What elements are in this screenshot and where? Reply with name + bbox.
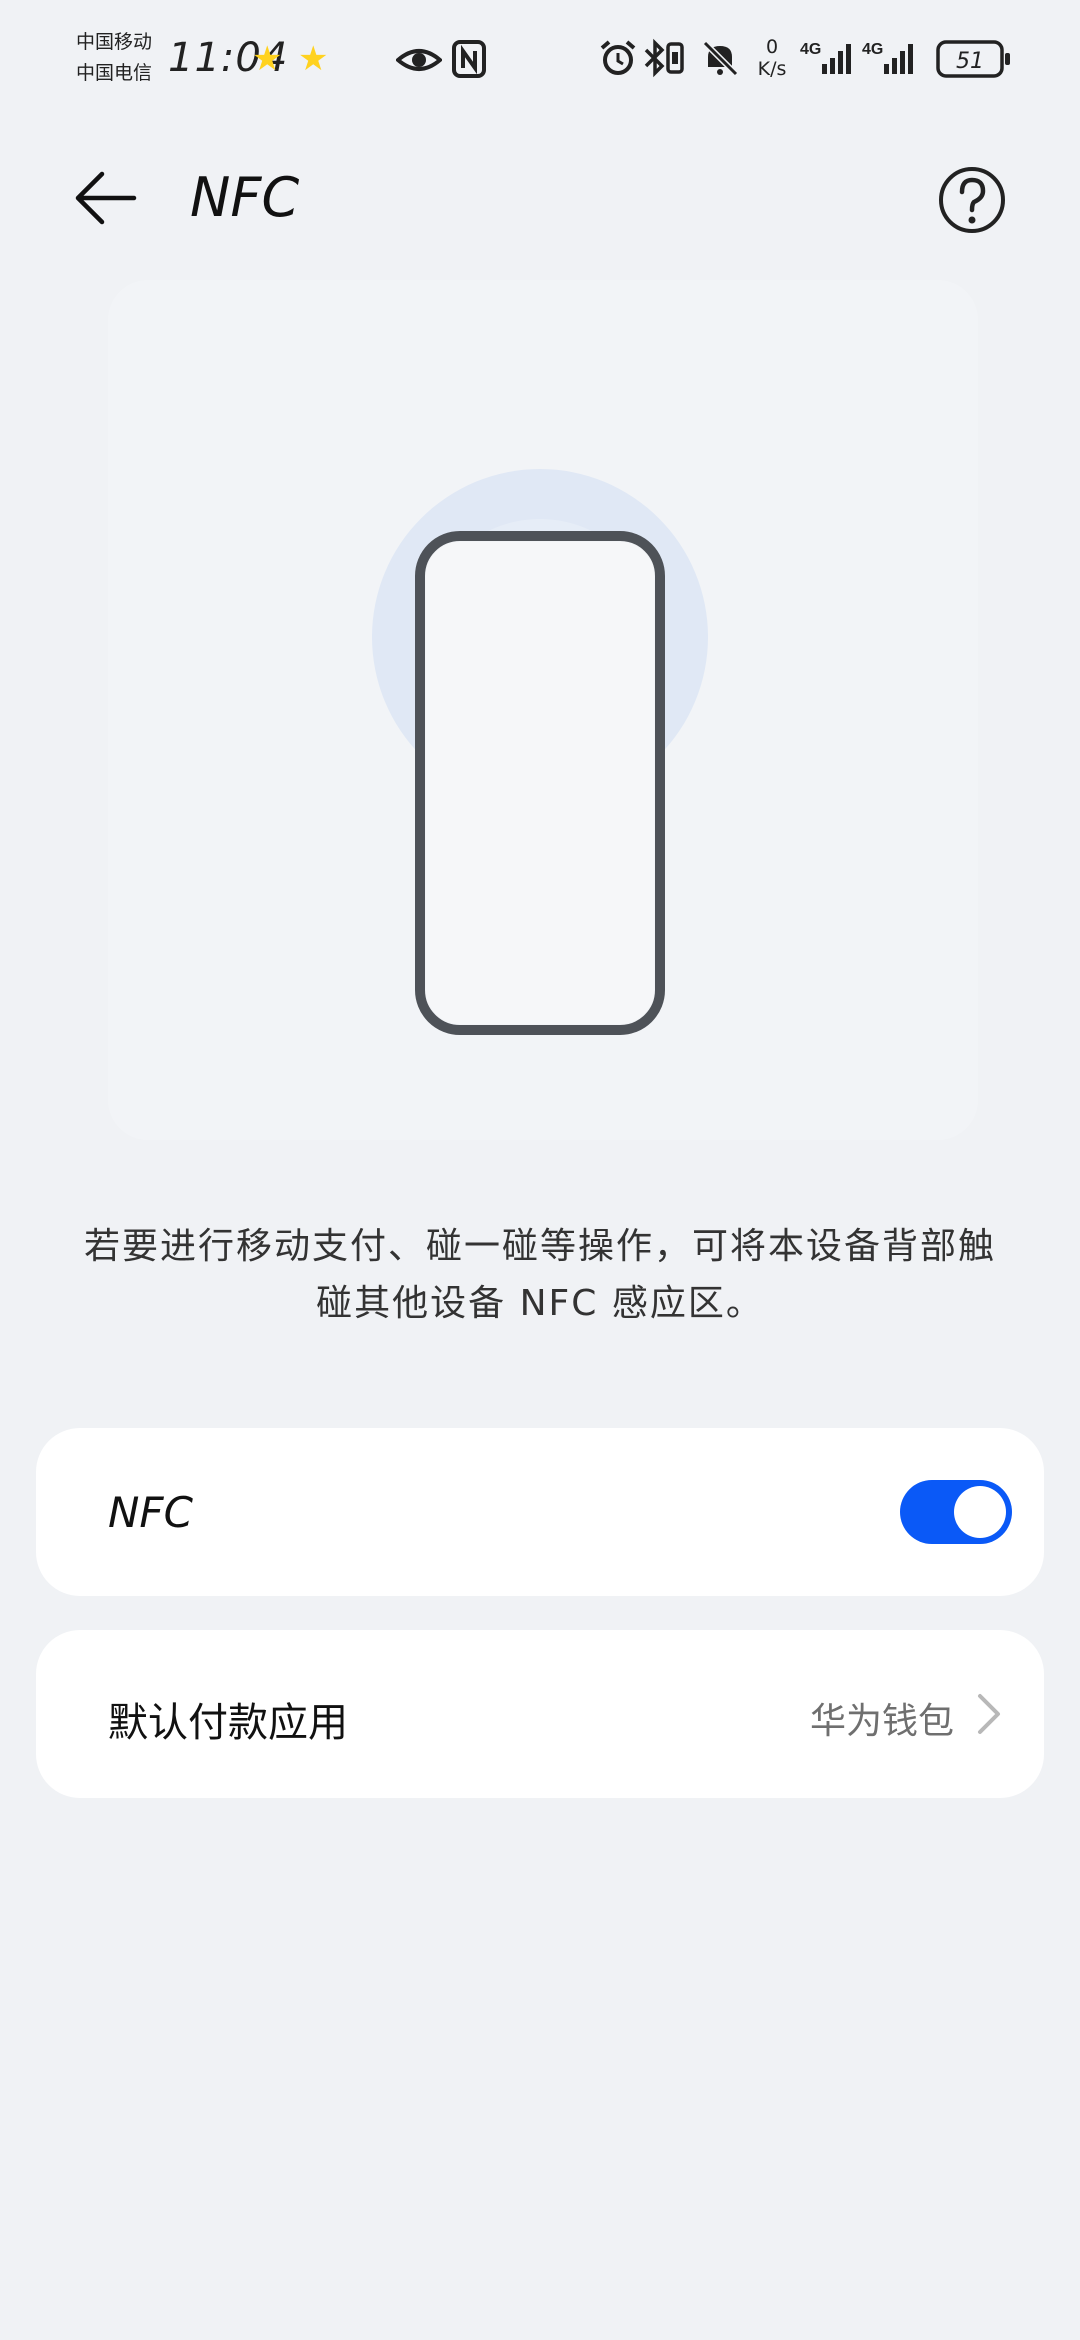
net-type-label: 4G — [862, 41, 883, 58]
nfc-illustration — [108, 280, 978, 1140]
page-title: NFC — [190, 166, 300, 229]
default-payment-label: 默认付款应用 — [108, 1700, 348, 1746]
back-button[interactable] — [70, 162, 142, 234]
nfc-description: 若要进行移动支付、碰一碰等操作，可将本设备背部触碰其他设备 NFC 感应区。 — [83, 1226, 996, 1324]
help-circle-icon[interactable] — [936, 164, 1008, 236]
battery-icon: 51 — [936, 40, 1010, 78]
toggle-knob — [954, 1486, 1006, 1538]
carrier-label-2: 中国电信 — [76, 62, 153, 84]
arrow-left-icon — [75, 171, 137, 225]
chevron-right-icon — [978, 1694, 1000, 1734]
mute-icon — [702, 40, 739, 77]
nfc-icon — [452, 40, 486, 78]
net-speed: 0 K/s — [752, 36, 792, 80]
net-type-label: 4G — [800, 41, 821, 58]
star-icon: ★ — [298, 39, 329, 79]
carrier-label-1: 中国移动 — [76, 31, 153, 53]
default-payment-row[interactable]: 默认付款应用 华为钱包 — [36, 1630, 1044, 1798]
default-payment-value: 华为钱包 — [809, 1701, 954, 1742]
nfc-label: NFC — [108, 1488, 193, 1537]
alarm-icon — [600, 40, 636, 75]
nfc-toggle[interactable] — [900, 1480, 1012, 1544]
nfc-setting-row: NFC — [36, 1428, 1044, 1596]
signal-icon: 4G — [862, 41, 913, 74]
phone-nfc-illustration — [372, 469, 708, 1035]
bluetooth-icon — [644, 38, 684, 78]
eye-icon — [396, 49, 442, 71]
battery-level: 51 — [956, 49, 984, 74]
signal-icon: 4G — [800, 41, 851, 74]
net-speed-value: 0 — [765, 36, 779, 58]
star-icon: ★ — [252, 39, 283, 79]
net-speed-unit: K/s — [757, 58, 787, 80]
